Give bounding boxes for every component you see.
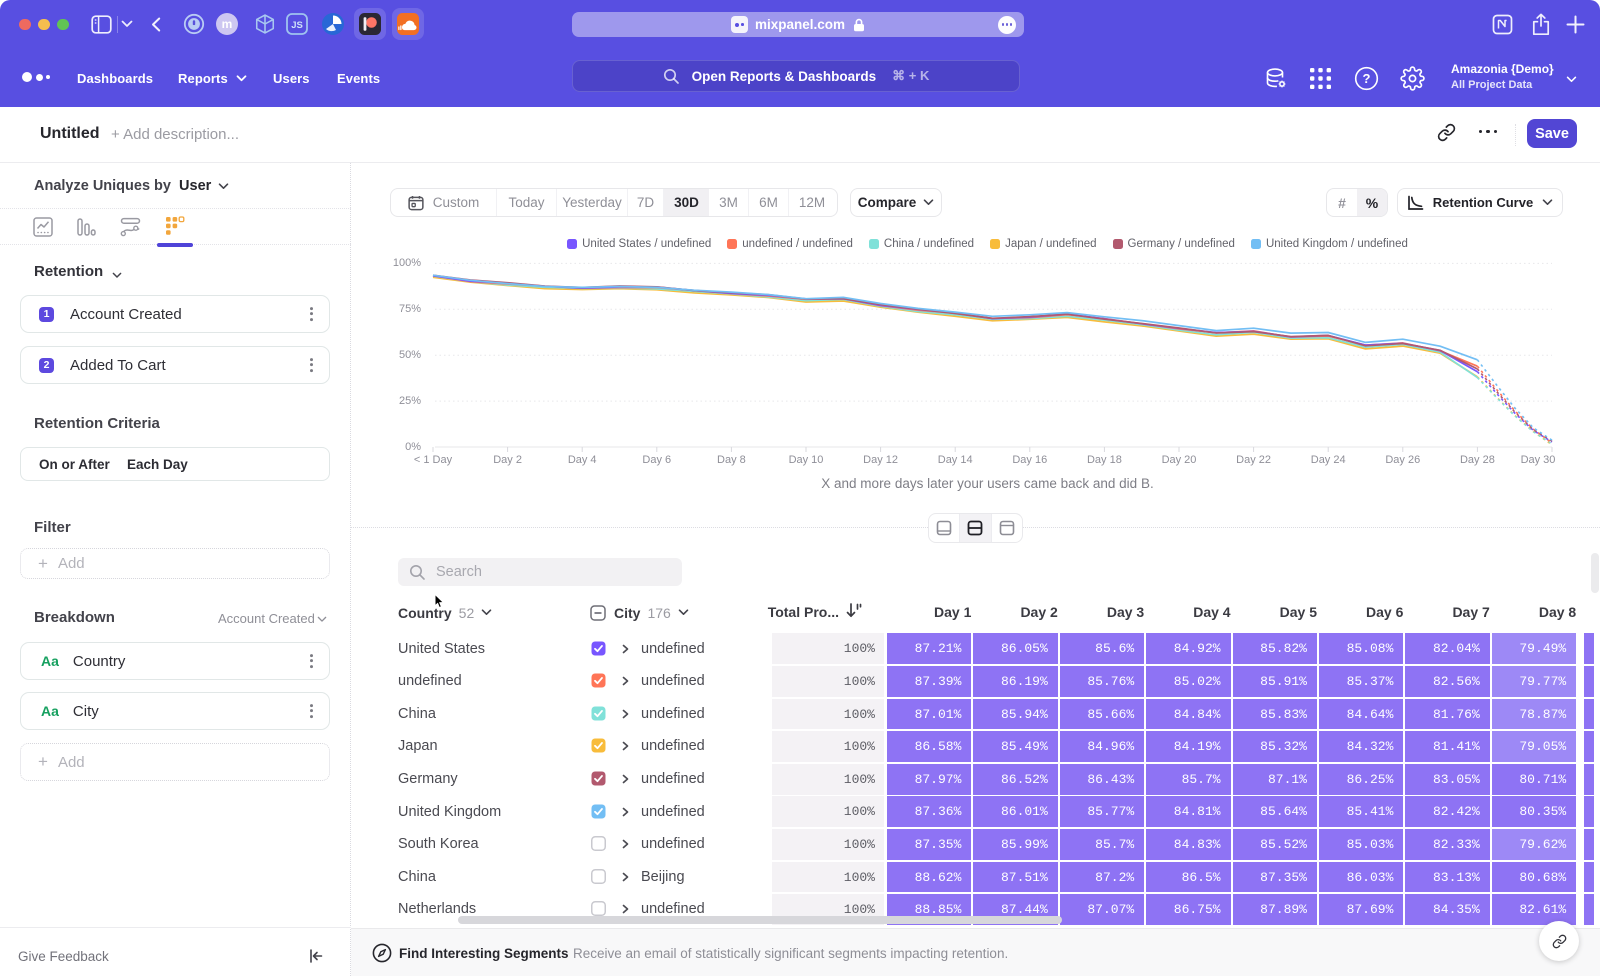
svg-text:?: ? (1363, 71, 1371, 86)
svg-text:JS: JS (291, 20, 303, 31)
